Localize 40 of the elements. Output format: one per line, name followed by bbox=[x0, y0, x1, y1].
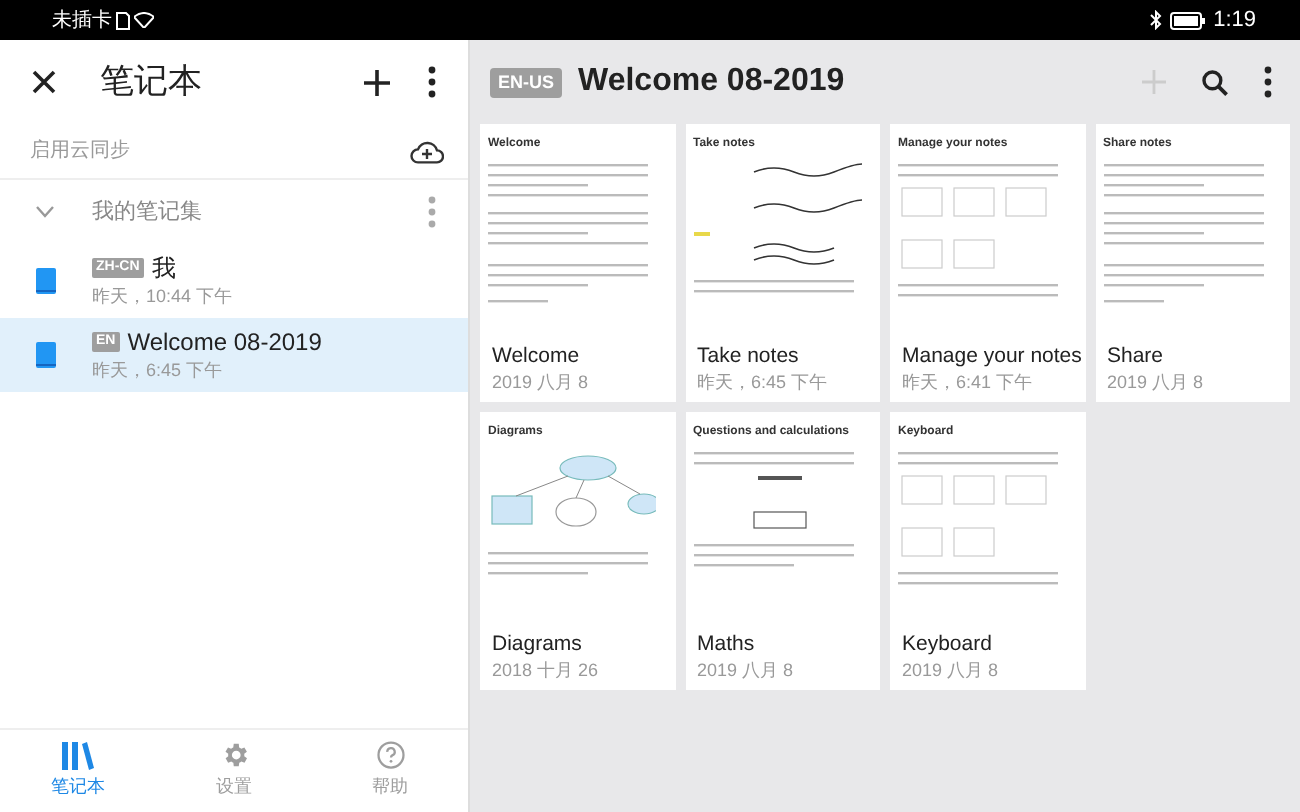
page-title: Share bbox=[1105, 342, 1164, 370]
page-date: 昨天，6:41 下午 bbox=[900, 370, 1035, 394]
book-icon bbox=[36, 342, 56, 368]
page-date: 昨天，6:45 下午 bbox=[695, 370, 830, 394]
page-title: Manage your notes bbox=[900, 342, 1082, 370]
page-date: 2019 八月 8 bbox=[490, 370, 591, 394]
close-icon[interactable] bbox=[32, 70, 56, 94]
page-title: Take notes bbox=[695, 342, 799, 370]
search-icon[interactable] bbox=[1202, 69, 1228, 95]
carrier-text: 未插卡 bbox=[52, 7, 112, 35]
notebook-date: 昨天，10:44 下午 bbox=[92, 283, 233, 309]
more-icon[interactable] bbox=[428, 66, 436, 98]
book-icon bbox=[36, 268, 56, 294]
page-date: 2019 八月 8 bbox=[1105, 370, 1206, 394]
page-title: Welcome bbox=[490, 342, 580, 370]
group-label[interactable]: 我的笔记集 bbox=[92, 195, 428, 229]
more-icon[interactable] bbox=[1264, 66, 1272, 98]
page-title: Maths bbox=[695, 630, 755, 658]
page-date: 2018 十月 26 bbox=[490, 658, 601, 682]
chevron-icon[interactable] bbox=[36, 206, 54, 218]
clock-text: 1:19 bbox=[1213, 5, 1256, 36]
cloud-plus-icon[interactable] bbox=[410, 139, 444, 163]
page-title: Keyboard bbox=[900, 630, 992, 658]
notebook-title: Welcome 08-2019 bbox=[578, 62, 847, 102]
bluetooth-icon bbox=[1149, 10, 1162, 30]
language-badge: EN-US bbox=[490, 67, 563, 97]
notebook-name: Welcome 08-2019 bbox=[127, 327, 322, 357]
books-icon bbox=[62, 741, 94, 770]
page-title: Diagrams bbox=[490, 630, 582, 658]
notebook-date: 昨天，6:45 下午 bbox=[92, 357, 225, 383]
page-date: 2019 八月 8 bbox=[900, 658, 1001, 682]
notebook-name: 我 bbox=[151, 253, 176, 283]
nav-tab[interactable]: 笔记本 bbox=[0, 730, 156, 812]
page-date: 2019 八月 8 bbox=[695, 658, 796, 682]
help-icon bbox=[375, 740, 405, 771]
sim-icon bbox=[116, 11, 130, 29]
battery-icon bbox=[1169, 11, 1206, 29]
sidebar-title: 笔记本 bbox=[100, 60, 204, 105]
add-icon[interactable] bbox=[364, 69, 390, 95]
wifi-icon bbox=[134, 12, 154, 28]
